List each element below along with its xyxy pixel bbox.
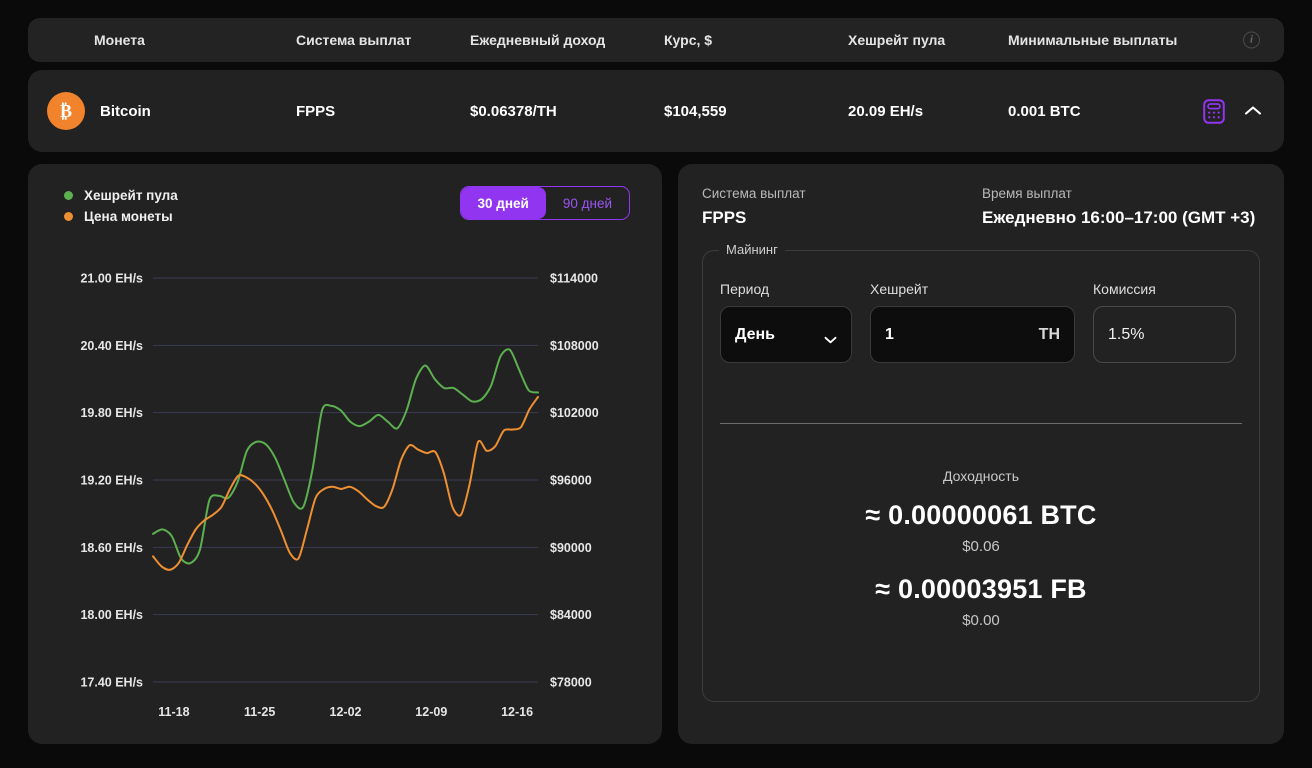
cell-payout-system: FPPS bbox=[296, 102, 336, 120]
legend-item-hashrate: Хешрейт пула bbox=[64, 188, 178, 203]
payout-system-caption: Система выплат bbox=[702, 186, 806, 201]
fee-field: Комиссия 1.5% bbox=[1093, 281, 1236, 363]
hashrate-unit: TH bbox=[1038, 325, 1060, 343]
svg-text:$96000: $96000 bbox=[550, 474, 592, 488]
svg-text:19.20 EH/s: 19.20 EH/s bbox=[80, 474, 143, 488]
svg-text:18.00 EH/s: 18.00 EH/s bbox=[80, 608, 143, 622]
svg-text:21.00 EH/s: 21.00 EH/s bbox=[80, 272, 143, 286]
legend-label-price: Цена монеты bbox=[84, 209, 173, 224]
chevron-up-icon[interactable] bbox=[1242, 100, 1264, 122]
coin-cell: ₿ Bitcoin bbox=[28, 92, 296, 130]
svg-text:12-16: 12-16 bbox=[501, 705, 533, 719]
table-header-row: Монета Система выплат Ежедневный доход К… bbox=[28, 18, 1284, 62]
svg-text:12-02: 12-02 bbox=[330, 705, 362, 719]
period-value: День bbox=[735, 325, 775, 343]
chart-panel: Хешрейт пула Цена монеты 30 дней 90 дней… bbox=[28, 164, 662, 744]
chart-legend: Хешрейт пула Цена монеты bbox=[48, 186, 178, 230]
result-secondary-amount: ≈ 0.00003951 FB bbox=[875, 574, 1087, 604]
coin-name: Bitcoin bbox=[100, 102, 151, 120]
legend-dot-price bbox=[64, 212, 73, 221]
fee-value-box: 1.5% bbox=[1093, 306, 1236, 363]
line-chart: 21.00 EH/s $114000 20.40 EH/s $108000 19.80 … bbox=[80, 272, 599, 720]
payout-system-value: FPPS bbox=[702, 208, 747, 227]
mining-fieldset: Майнинг Период День Хешрейт 1 TH Комисси… bbox=[702, 242, 1260, 702]
svg-text:11-18: 11-18 bbox=[158, 705, 189, 719]
coin-row-bitcoin[interactable]: ₿ Bitcoin FPPS $0.06378/TH $104,559 20.0… bbox=[28, 70, 1284, 152]
legend-item-price: Цена монеты bbox=[64, 209, 178, 224]
hashrate-label: Хешрейт bbox=[870, 281, 929, 297]
fee-label: Комиссия bbox=[1093, 281, 1156, 297]
info-icon[interactable]: i bbox=[1243, 31, 1260, 49]
bitcoin-icon: ₿ bbox=[47, 92, 85, 130]
svg-text:18.60 EH/s: 18.60 EH/s bbox=[80, 541, 143, 555]
payout-system-block: Система выплат FPPS bbox=[702, 186, 982, 228]
svg-text:19.80 EH/s: 19.80 EH/s bbox=[80, 406, 143, 420]
svg-text:$114000: $114000 bbox=[550, 272, 598, 286]
svg-text:₿: ₿ bbox=[60, 101, 72, 121]
svg-text:20.40 EH/s: 20.40 EH/s bbox=[80, 339, 143, 353]
fee-value: 1.5% bbox=[1108, 325, 1145, 343]
section-divider bbox=[720, 423, 1242, 424]
payout-summary: Система выплат FPPS Время выплат Ежеднев… bbox=[702, 186, 1260, 228]
period-select[interactable]: День bbox=[720, 306, 852, 363]
svg-text:$90000: $90000 bbox=[550, 541, 592, 555]
mining-fields: Период День Хешрейт 1 TH Комиссия 1.5% bbox=[720, 281, 1242, 363]
result-caption: Доходность bbox=[943, 468, 1019, 484]
legend-label-hashrate: Хешрейт пула bbox=[84, 188, 178, 203]
page-root: Монета Система выплат Ежедневный доход К… bbox=[0, 0, 1312, 768]
cell-pool-hashrate: 20.09 EH/s bbox=[848, 102, 924, 120]
svg-text:$102000: $102000 bbox=[550, 406, 599, 420]
legend-dot-hashrate bbox=[64, 191, 73, 200]
row-actions bbox=[1202, 98, 1264, 124]
svg-text:17.40 EH/s: 17.40 EH/s bbox=[80, 676, 143, 690]
period-field: Период День bbox=[720, 281, 852, 363]
cell-daily-income: $0.06378/TH bbox=[470, 102, 557, 120]
column-header-pool-hashrate: Хешрейт пула bbox=[848, 32, 946, 48]
range-button-30d[interactable]: 30 дней bbox=[460, 187, 546, 219]
range-button-90d[interactable]: 90 дней bbox=[546, 187, 629, 219]
column-header-daily-income: Ежедневный доход bbox=[470, 32, 606, 48]
profitability-result: Доходность ≈ 0.00000061 BTC $0.06 ≈ 0.00… bbox=[720, 468, 1242, 629]
payout-time-value: Ежедневно 16:00–17:00 (GMT +3) bbox=[982, 208, 1256, 227]
hashrate-value: 1 bbox=[885, 325, 894, 343]
mining-fieldset-legend: Майнинг bbox=[719, 242, 785, 257]
hashrate-input[interactable]: 1 TH bbox=[870, 306, 1075, 363]
payout-time-block: Время выплат Ежедневно 16:00–17:00 (GMT … bbox=[982, 186, 1260, 228]
payout-panel: Система выплат FPPS Время выплат Ежеднев… bbox=[678, 164, 1284, 744]
result-secondary-fiat: $0.00 bbox=[962, 612, 1000, 629]
cell-rate: $104,559 bbox=[664, 102, 727, 120]
chart-toolbar: Хешрейт пула Цена монеты 30 дней 90 дней bbox=[48, 186, 642, 230]
svg-text:12-09: 12-09 bbox=[415, 705, 447, 719]
period-label: Период bbox=[720, 281, 770, 297]
hashrate-field: Хешрейт 1 TH bbox=[870, 281, 1075, 363]
column-header-coin: Монета bbox=[94, 32, 145, 48]
calculator-icon[interactable] bbox=[1202, 98, 1226, 124]
result-primary-amount: ≈ 0.00000061 BTC bbox=[865, 500, 1097, 530]
chevron-down-icon bbox=[824, 331, 837, 343]
svg-text:$84000: $84000 bbox=[550, 608, 592, 622]
result-primary-fiat: $0.06 bbox=[962, 538, 1000, 555]
chart-area[interactable]: 21.00 EH/s $114000 20.40 EH/s $108000 19.80 … bbox=[48, 260, 642, 730]
payout-time-caption: Время выплат bbox=[982, 186, 1072, 201]
svg-text:11-25: 11-25 bbox=[244, 705, 275, 719]
detail-panels: Хешрейт пула Цена монеты 30 дней 90 дней… bbox=[28, 164, 1284, 744]
column-header-payout-system: Система выплат bbox=[296, 32, 412, 48]
svg-text:$78000: $78000 bbox=[550, 676, 592, 690]
column-header-rate: Курс, $ bbox=[664, 32, 713, 48]
range-toggle-group: 30 дней 90 дней bbox=[459, 186, 630, 220]
svg-text:$108000: $108000 bbox=[550, 339, 599, 353]
